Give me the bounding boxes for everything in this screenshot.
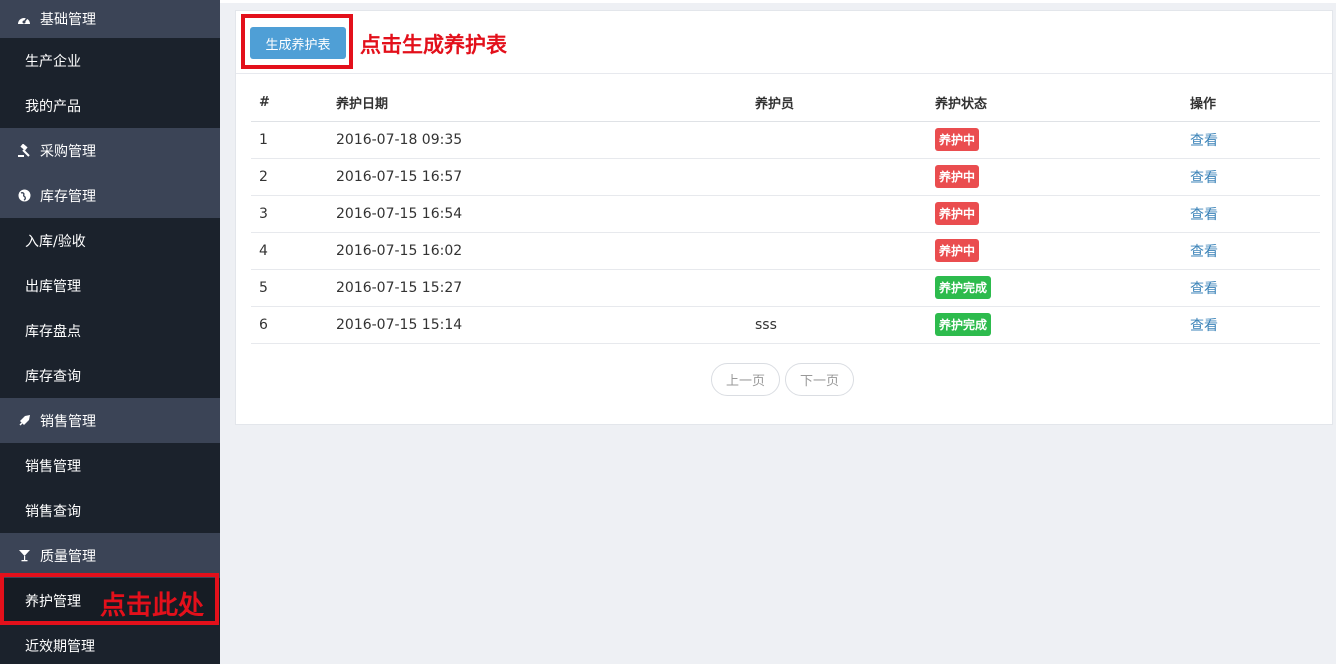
cell-index: 3 <box>251 195 328 233</box>
cell-staff <box>747 121 927 159</box>
col-header-status: 养护状态 <box>927 85 1182 122</box>
callout-click-here: 点击此处 <box>100 591 205 621</box>
col-header-date: 养护日期 <box>328 85 747 122</box>
cell-action: 查看 <box>1182 232 1320 270</box>
table-row: 5 2016-07-15 15:27 养护完成 查看 <box>251 269 1320 307</box>
sidebar-item-label: 我的产品 <box>25 98 81 115</box>
sidebar-item-label: 出库管理 <box>25 278 81 295</box>
sidebar-section-quality[interactable]: 质量管理 <box>0 533 220 578</box>
sidebar-item-stock-query[interactable]: 库存查询 <box>0 353 220 398</box>
sidebar-item-stocktake[interactable]: 库存盘点 <box>0 308 220 353</box>
sidebar-section-inventory[interactable]: 库存管理 <box>0 173 220 218</box>
table-row: 3 2016-07-15 16:54 养护中 查看 <box>251 195 1320 233</box>
sidebar-item-my-products[interactable]: 我的产品 <box>0 83 220 128</box>
sidebar-item-label: 销售查询 <box>25 503 81 520</box>
cell-status: 养护完成 <box>927 269 1182 307</box>
sidebar-item-label: 销售管理 <box>25 458 81 475</box>
sidebar-item-stock-out[interactable]: 出库管理 <box>0 263 220 308</box>
cell-action: 查看 <box>1182 269 1320 307</box>
cell-staff <box>747 195 927 233</box>
cell-status: 养护中 <box>927 121 1182 159</box>
cell-status: 养护中 <box>927 232 1182 270</box>
rocket-icon <box>16 413 32 429</box>
cell-staff <box>747 232 927 270</box>
generate-maintenance-button[interactable]: 生成养护表 <box>250 27 346 59</box>
sidebar-item-stock-in[interactable]: 入库/验收 <box>0 218 220 263</box>
cocktail-icon <box>16 548 32 564</box>
globe-icon <box>16 188 32 204</box>
view-link[interactable]: 查看 <box>1190 318 1218 334</box>
cell-action: 查看 <box>1182 306 1320 344</box>
cell-status: 养护完成 <box>927 306 1182 344</box>
prev-page-button[interactable]: 上一页 <box>711 363 781 396</box>
cell-date: 2016-07-15 16:57 <box>328 158 747 196</box>
status-badge: 养护中 <box>935 165 980 188</box>
sidebar-section-label: 销售管理 <box>40 413 96 430</box>
maintenance-panel: 生成养护表 点击生成养护表 # 养护日期 养护员 养护状态 操作 1 2016-0… <box>235 10 1333 425</box>
cell-index: 4 <box>251 232 328 270</box>
sidebar-item-label: 库存查询 <box>25 368 81 385</box>
sidebar-section-basic[interactable]: 基础管理 <box>0 0 220 38</box>
maintenance-table: # 养护日期 养护员 养护状态 操作 1 2016-07-18 09:35 养护中查… <box>251 85 1320 344</box>
cell-date: 2016-07-15 15:14 <box>328 306 747 344</box>
cell-index: 2 <box>251 158 328 196</box>
cell-action: 查看 <box>1182 121 1320 159</box>
dashboard-icon <box>16 11 32 27</box>
cell-date: 2016-07-18 09:35 <box>328 121 747 159</box>
sidebar: 基础管理 生产企业 我的产品 采购管理 库存管理 入库/验收 出库管理 库存盘点… <box>0 0 220 664</box>
table-row: 6 2016-07-15 15:14 sss 养护完成 查看 <box>251 306 1320 344</box>
sidebar-section-label: 质量管理 <box>40 548 96 565</box>
view-link[interactable]: 查看 <box>1190 281 1218 297</box>
cell-staff <box>747 158 927 196</box>
sidebar-item-near-expiry[interactable]: 近效期管理 <box>0 623 220 664</box>
col-header-index: # <box>251 85 328 122</box>
sidebar-section-sales[interactable]: 销售管理 <box>0 398 220 443</box>
sidebar-item-sales-manage[interactable]: 销售管理 <box>0 443 220 488</box>
col-header-staff: 养护员 <box>747 85 927 122</box>
cell-index: 5 <box>251 269 328 307</box>
view-link[interactable]: 查看 <box>1190 244 1218 260</box>
sidebar-item-label: 入库/验收 <box>25 233 86 250</box>
gavel-icon <box>16 143 32 159</box>
view-link[interactable]: 查看 <box>1190 133 1218 149</box>
status-badge: 养护完成 <box>935 313 992 336</box>
table-row: 4 2016-07-15 16:02 养护中 查看 <box>251 232 1320 270</box>
pager: 上一页 下一页 <box>711 363 855 396</box>
status-badge: 养护中 <box>935 202 980 225</box>
col-header-action: 操作 <box>1182 85 1320 122</box>
sidebar-section-label: 采购管理 <box>40 143 96 160</box>
cell-status: 养护中 <box>927 158 1182 196</box>
callout-generate: 点击生成养护表 <box>360 33 507 57</box>
sidebar-item-label: 近效期管理 <box>25 638 95 655</box>
cell-index: 6 <box>251 306 328 344</box>
view-link[interactable]: 查看 <box>1190 170 1218 186</box>
next-page-button[interactable]: 下一页 <box>785 363 855 396</box>
cell-action: 查看 <box>1182 195 1320 233</box>
sidebar-item-label: 生产企业 <box>25 53 81 70</box>
sidebar-item-label: 库存盘点 <box>25 323 81 340</box>
sidebar-section-label: 基础管理 <box>40 12 96 28</box>
status-badge: 养护完成 <box>935 276 992 299</box>
cell-date: 2016-07-15 16:54 <box>328 195 747 233</box>
table-row: 1 2016-07-18 09:35 养护中 查看 <box>251 121 1320 159</box>
cell-date: 2016-07-15 16:02 <box>328 232 747 270</box>
status-badge: 养护中 <box>935 239 980 262</box>
cell-date: 2016-07-15 15:27 <box>328 269 747 307</box>
view-link[interactable]: 查看 <box>1190 207 1218 223</box>
sidebar-section-purchase[interactable]: 采购管理 <box>0 128 220 173</box>
cell-action: 查看 <box>1182 158 1320 196</box>
table-header-row: # 养护日期 养护员 养护状态 操作 <box>251 85 1320 122</box>
cell-index: 1 <box>251 121 328 159</box>
sidebar-section-label: 库存管理 <box>40 188 96 205</box>
top-divider <box>220 0 1336 3</box>
sidebar-item-manufacturer[interactable]: 生产企业 <box>0 38 220 83</box>
cell-status: 养护中 <box>927 195 1182 233</box>
cell-staff: sss <box>747 306 927 344</box>
status-badge: 养护中 <box>935 128 980 151</box>
cell-staff <box>747 269 927 307</box>
panel-header: 生成养护表 点击生成养护表 <box>236 11 1332 74</box>
table-row: 2 2016-07-15 16:57 养护中 查看 <box>251 158 1320 196</box>
sidebar-item-sales-query[interactable]: 销售查询 <box>0 488 220 533</box>
